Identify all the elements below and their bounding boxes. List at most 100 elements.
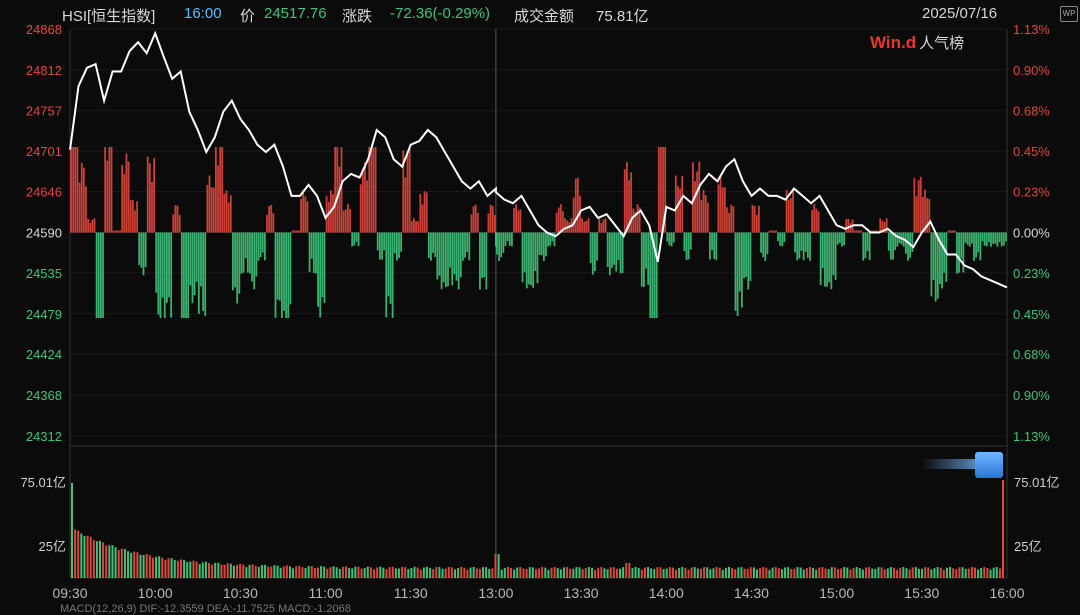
- volatility-bar: [151, 181, 153, 233]
- price-tick: 24312: [26, 429, 62, 444]
- volatility-bar: [947, 230, 950, 233]
- volume-bar: [905, 568, 908, 578]
- volume-bar: [388, 567, 391, 578]
- volatility-bar: [932, 232, 935, 281]
- volatility-bar: [958, 232, 960, 273]
- volume-bar: [939, 567, 942, 578]
- volatility-bar: [165, 232, 168, 303]
- volatility-bar: [266, 214, 268, 233]
- volatility-bar: [140, 232, 143, 268]
- volatility-bar: [172, 214, 175, 233]
- volatility-bar: [919, 176, 922, 233]
- volume-bar: [556, 568, 559, 578]
- volatility-bar: [521, 232, 524, 283]
- volatility-bar: [238, 232, 241, 294]
- volatility-bar: [417, 221, 420, 233]
- volatility-bar: [1002, 232, 1005, 246]
- volatility-bar: [709, 232, 711, 260]
- volume-bar: [211, 564, 214, 578]
- volatility-bar: [632, 208, 635, 233]
- volume-bar: [239, 563, 242, 578]
- volatility-bar: [323, 232, 326, 303]
- volatility-bar: [660, 147, 662, 233]
- volume-bar: [472, 566, 475, 578]
- volatility-bar: [438, 232, 441, 276]
- intraday-chart[interactable]: 24868 24812 24757 24701 24646 24590 24535 24479…: [0, 0, 1080, 610]
- volatility-bar: [973, 232, 975, 261]
- volatility-bar: [378, 232, 381, 260]
- volatility-bar: [941, 232, 943, 289]
- volatility-bar: [272, 213, 275, 233]
- volume-bar: [628, 563, 631, 578]
- percent-tick: 1.13%: [1013, 429, 1050, 444]
- volatility-bar: [148, 163, 151, 233]
- volume-bar: [575, 567, 578, 578]
- volatility-bar: [459, 232, 462, 278]
- volume-bar: [320, 566, 323, 578]
- volume-bar: [603, 568, 606, 578]
- volatility-bar: [542, 232, 545, 261]
- volatility-bar: [78, 182, 81, 233]
- volatility-bar: [449, 232, 452, 268]
- volatility-bar: [483, 232, 486, 278]
- volume-bar: [176, 560, 179, 578]
- volume-bar: [967, 568, 970, 578]
- volume-bar: [808, 567, 811, 578]
- volume-bar: [780, 569, 783, 578]
- cube-icon[interactable]: [975, 452, 1003, 478]
- volume-bar: [827, 569, 830, 578]
- volume-bar: [326, 568, 329, 578]
- volatility-bar: [611, 232, 613, 268]
- volatility-bar: [474, 204, 477, 233]
- volume-bar: [151, 557, 154, 578]
- volume-bar: [634, 566, 637, 578]
- volatility-bar: [792, 189, 794, 233]
- volatility-bar: [711, 232, 713, 251]
- volume-bar: [488, 568, 491, 578]
- volatility-bar: [719, 175, 722, 233]
- volatility-bar: [764, 232, 767, 261]
- volatility-bar: [587, 218, 590, 233]
- volatility-bar: [598, 218, 601, 233]
- volume-bar: [818, 567, 821, 578]
- volatility-bar: [783, 232, 786, 242]
- volatility-bar: [953, 230, 956, 233]
- volume-bar: [587, 566, 590, 578]
- volatility-bar: [153, 158, 156, 233]
- volume-bar: [612, 567, 615, 578]
- volatility-bar: [987, 232, 990, 243]
- volume-bar: [341, 566, 344, 578]
- time-axis: 09:30 10:00 10:30 11:00 11:30 13:00 13:30 14:00…: [52, 585, 1024, 601]
- volume-bar: [422, 567, 425, 578]
- volatility-bar: [649, 232, 652, 318]
- volatility-bar: [738, 232, 741, 292]
- volatility-bar: [594, 232, 596, 272]
- volume-bar: [105, 545, 108, 578]
- volatility-bar: [157, 232, 160, 315]
- volume-bar: [208, 563, 211, 578]
- volatility-bar: [183, 232, 185, 318]
- volume-bar: [223, 564, 226, 578]
- volume-bar: [699, 568, 702, 578]
- volatility-bar: [70, 147, 72, 233]
- volatility-bar: [574, 178, 577, 233]
- time-tick: 13:30: [564, 585, 599, 601]
- volume-bar: [444, 568, 447, 578]
- volatility-bar: [82, 167, 85, 233]
- volatility-bar: [383, 232, 386, 251]
- volume-bar: [933, 568, 936, 578]
- volume-bar: [189, 561, 192, 578]
- volatility-bar: [538, 232, 541, 255]
- volume-bar: [662, 569, 665, 578]
- volume-bar: [351, 568, 354, 578]
- volatility-bar: [361, 169, 364, 233]
- volatility-bar: [730, 204, 733, 233]
- volatility-bar: [613, 232, 615, 265]
- volatility-bar: [389, 232, 392, 304]
- volatility-bar: [545, 232, 547, 257]
- volatility-bar: [523, 232, 526, 273]
- volatility-bar: [421, 204, 424, 233]
- volatility-bar: [689, 232, 692, 250]
- price-tick: 24368: [26, 388, 62, 403]
- volatility-bar: [815, 208, 818, 233]
